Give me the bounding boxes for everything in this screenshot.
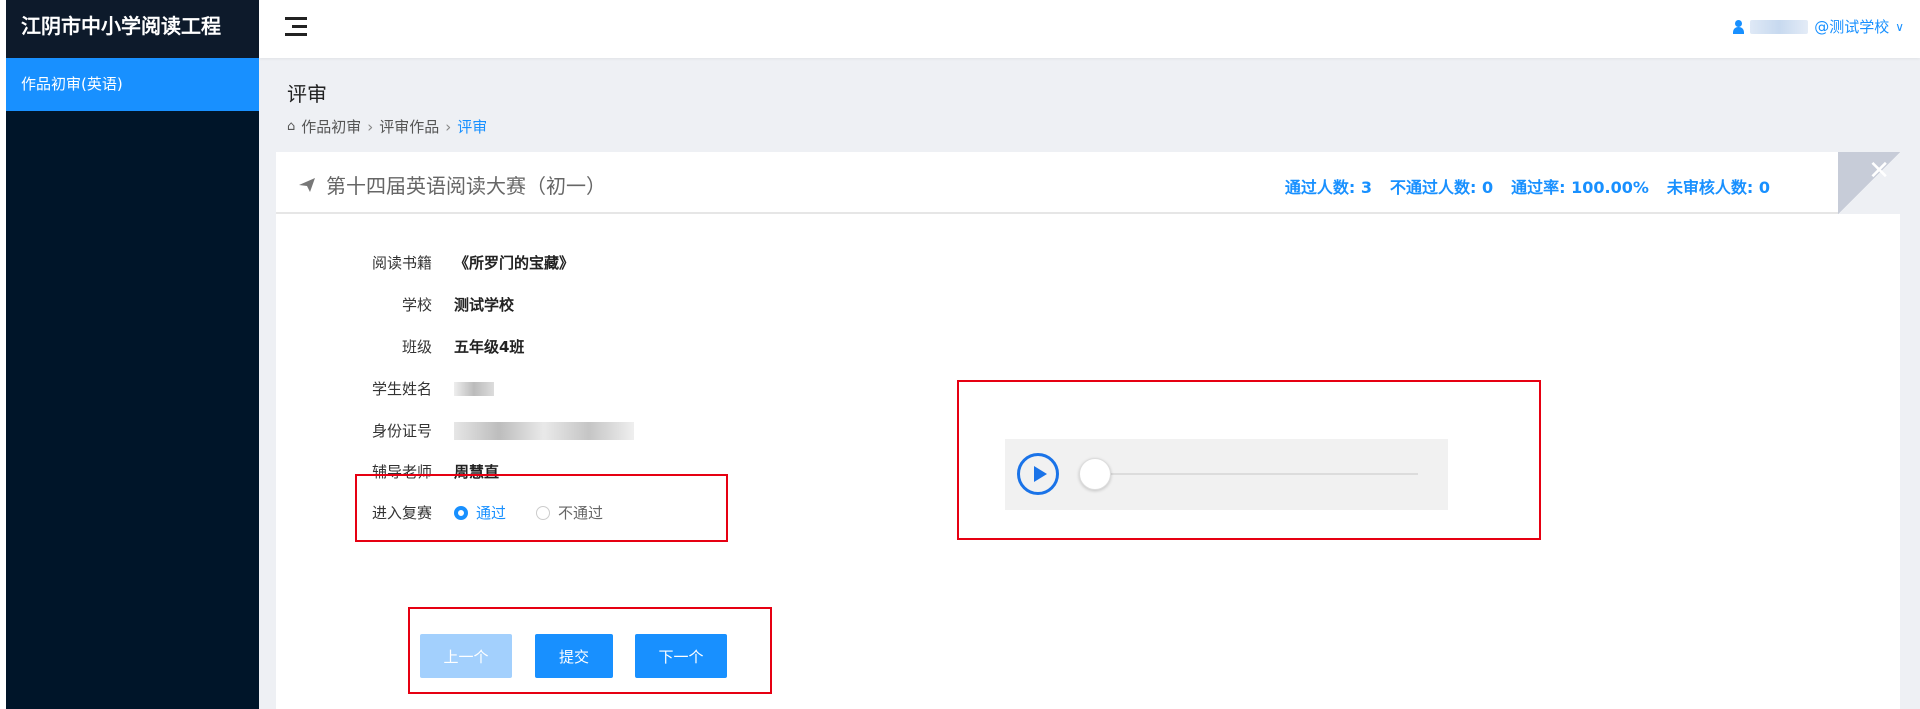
page-title: 评审 — [287, 82, 327, 106]
row-school: 学校 测试学校 — [276, 294, 514, 315]
close-icon: ✕ — [1868, 156, 1890, 186]
card-title: 第十四届英语阅读大赛（初一） — [298, 170, 606, 199]
review-stats: 通过人数: 3 不通过人数: 0 通过率: 100.00% 未审核人数: 0 — [1285, 174, 1770, 198]
stat-failed: 不通过人数: 0 — [1390, 178, 1494, 197]
chevron-right-icon: › — [367, 117, 374, 136]
chevron-down-icon: ∨ — [1895, 19, 1904, 34]
user-icon — [1733, 19, 1745, 34]
stat-unreviewed: 未审核人数: 0 — [1666, 178, 1770, 197]
school-value: 测试学校 — [454, 296, 515, 314]
annotation-box-radio — [355, 474, 728, 542]
school-label: 学校 — [401, 296, 432, 314]
annotation-box-buttons — [408, 607, 772, 694]
card-header: 第十四届英语阅读大赛（初一） 通过人数: 3 不通过人数: 0 通过率: 100… — [276, 152, 1900, 214]
breadcrumb-item[interactable]: 作品初审 — [301, 116, 361, 137]
user-menu[interactable]: @测试学校 ∨ — [1733, 16, 1904, 37]
close-button[interactable]: ✕ — [1838, 152, 1900, 214]
sidebar-item-review-english[interactable]: 作品初审(英语) — [6, 58, 259, 111]
breadcrumb-current: 评审 — [457, 118, 488, 136]
row-book: 阅读书籍 《所罗门的宝藏》 — [276, 252, 574, 273]
app-title: 江阴市中小学阅读工程 — [6, 0, 259, 58]
paper-plane-icon — [299, 177, 315, 192]
stat-rate: 通过率: 100.00% — [1511, 178, 1649, 197]
contest-title: 第十四届英语阅读大赛（初一） — [326, 174, 606, 198]
home-icon: ⌂ — [287, 119, 296, 134]
student-name-redacted — [454, 381, 494, 396]
breadcrumb: ⌂ 作品初审 › 评审作品 › 评审 — [287, 116, 487, 137]
stat-passed: 通过人数: 3 — [1284, 178, 1373, 197]
annotation-box-audio — [957, 380, 1541, 540]
user-school-label: @测试学校 — [1814, 18, 1890, 36]
row-student: 学生姓名 — [276, 378, 494, 399]
student-label: 学生姓名 — [371, 380, 432, 398]
book-value: 《所罗门的宝藏》 — [454, 254, 575, 272]
user-name-redacted — [1750, 19, 1809, 34]
menu-toggle-icon[interactable] — [285, 17, 307, 37]
top-bar: @测试学校 ∨ — [259, 0, 1920, 58]
row-class: 班级 五年级4班 — [276, 336, 524, 357]
id-number-redacted — [454, 421, 634, 440]
chevron-right-icon: › — [445, 117, 452, 136]
class-label: 班级 — [401, 338, 432, 356]
class-value: 五年级4班 — [454, 338, 525, 356]
breadcrumb-item[interactable]: 评审作品 — [379, 116, 439, 137]
id-label: 身份证号 — [371, 422, 432, 440]
book-label: 阅读书籍 — [371, 254, 432, 272]
row-id: 身份证号 — [276, 420, 634, 441]
